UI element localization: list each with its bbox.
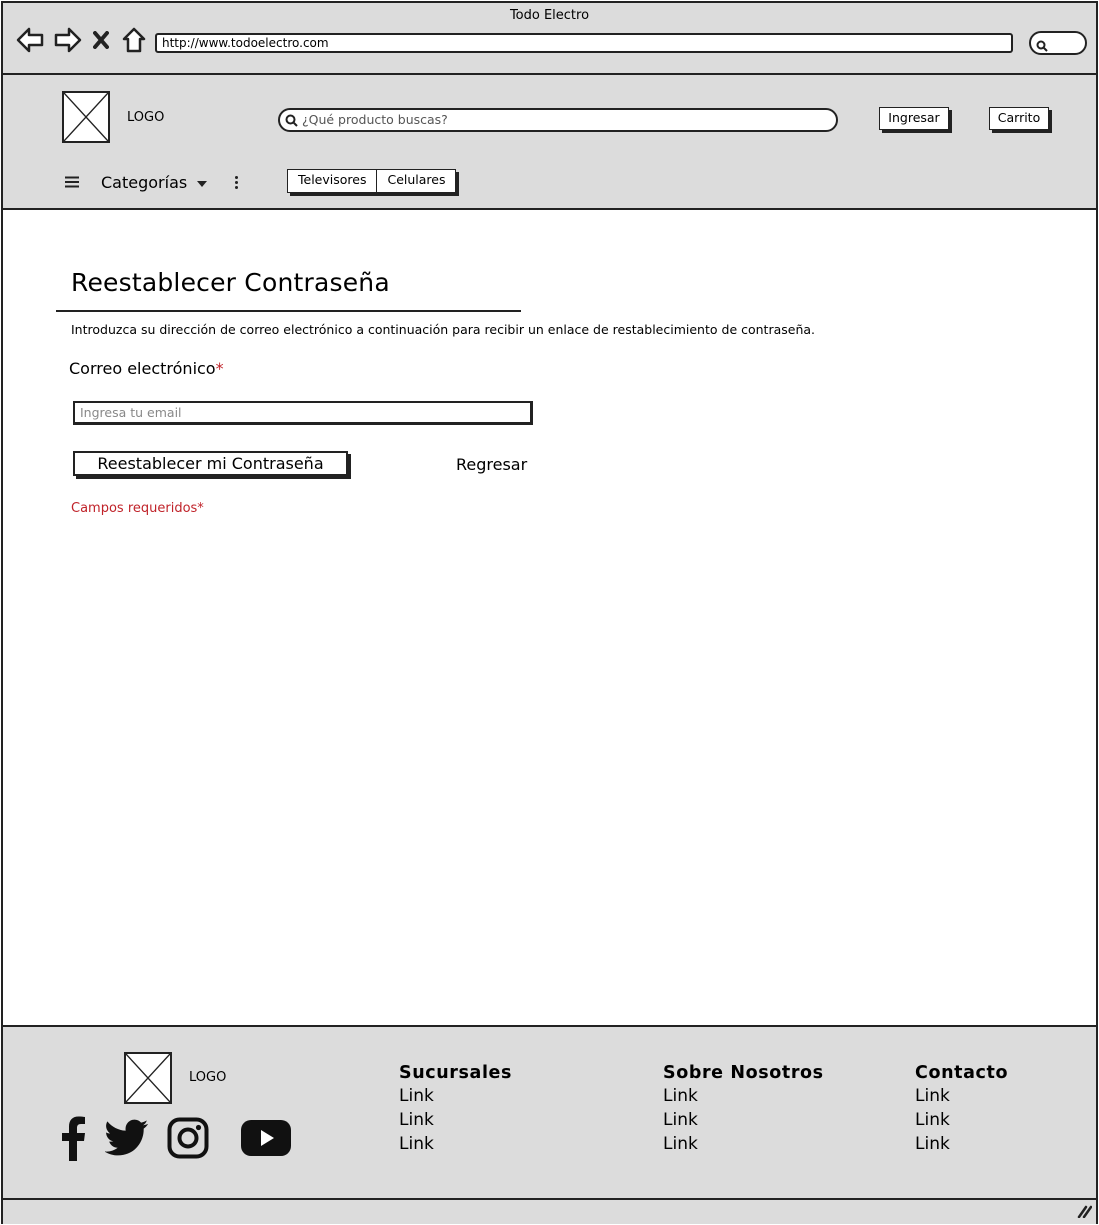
title-divider [56,310,521,312]
page-title: Reestablecer Contraseña [71,268,390,297]
home-icon[interactable] [119,25,149,55]
address-bar[interactable]: http://www.todoelectro.com [155,33,1013,53]
browser-toolbar: Todo Electro http://www.todoelectro.com [3,3,1096,75]
search-placeholder: ¿Qué producto buscas? [302,112,448,127]
menu-icon[interactable] [65,173,79,192]
back-link[interactable]: Regresar [456,455,527,474]
categories-dropdown[interactable]: Categorías [101,173,187,192]
reset-password-button[interactable]: Reestablecer mi Contraseña [73,451,348,476]
tab-televisores[interactable]: Televisores [288,170,376,192]
browser-search-field[interactable] [1029,31,1087,55]
footer-column-sucursales: Sucursales Link Link Link [399,1063,512,1156]
header-logo-label: LOGO [127,110,165,125]
more-options-icon[interactable] [235,175,239,189]
email-label-text: Correo electrónico [69,359,216,378]
site-header: LOGO ¿Qué producto buscas? Ingresar Carr… [3,75,1096,210]
tab-celulares[interactable]: Celulares [376,170,455,192]
forward-arrow-icon[interactable] [53,25,83,55]
footer-column-sobre-nosotros: Sobre Nosotros Link Link Link [663,1063,824,1156]
footer-link[interactable]: Link [399,1108,512,1132]
cart-button[interactable]: Carrito [989,107,1049,130]
twitter-icon[interactable] [104,1119,149,1161]
required-asterisk: * [215,359,224,378]
footer-link[interactable]: Link [915,1084,1008,1108]
back-arrow-icon[interactable] [15,25,45,55]
site-footer: LOGO Sucursales Link Link Link Sobre Nos… [3,1025,1096,1200]
footer-link[interactable]: Link [915,1108,1008,1132]
footer-column-title: Contacto [915,1063,1009,1083]
stop-x-icon[interactable] [91,25,111,55]
login-button[interactable]: Ingresar [879,107,949,130]
footer-column-contacto: Contacto Link Link Link [915,1063,1008,1156]
social-links [59,1115,291,1165]
chevron-down-icon[interactable] [197,180,208,187]
search-icon [285,113,298,133]
browser-window: Todo Electro http://www.todoelectro.com [1,1,1098,1224]
required-fields-note: Campos requeridos* [71,501,204,516]
category-tabs: Televisores Celulares [287,169,457,193]
footer-column-title: Sucursales [399,1063,513,1083]
window-title: Todo Electro [509,8,590,23]
resize-grip-icon[interactable] [1076,1203,1093,1222]
instructions-text: Introduzca su dirección de correo electr… [71,322,816,337]
footer-link[interactable]: Link [915,1132,1008,1156]
search-icon [1036,37,1048,56]
category-bar: Categorías [65,170,239,194]
footer-link[interactable]: Link [663,1132,824,1156]
footer-link[interactable]: Link [663,1108,824,1132]
footer-link[interactable]: Link [399,1132,512,1156]
facebook-icon[interactable] [59,1115,87,1165]
footer-column-title: Sobre Nosotros [663,1063,824,1083]
header-logo-image[interactable] [62,91,110,143]
email-field[interactable] [73,401,533,425]
footer-link[interactable]: Link [399,1084,512,1108]
footer-logo-image[interactable] [124,1052,172,1104]
footer-logo-label: LOGO [189,1070,227,1085]
product-search-input[interactable]: ¿Qué producto buscas? [278,108,838,132]
nav-buttons [15,23,149,57]
youtube-icon[interactable] [241,1120,291,1160]
status-bar [3,1200,1096,1224]
footer-link[interactable]: Link [663,1084,824,1108]
instagram-icon[interactable] [167,1117,209,1163]
main-content: Reestablecer Contraseña Introduzca su di… [3,210,1096,1025]
email-label: Correo electrónico* [69,359,224,378]
